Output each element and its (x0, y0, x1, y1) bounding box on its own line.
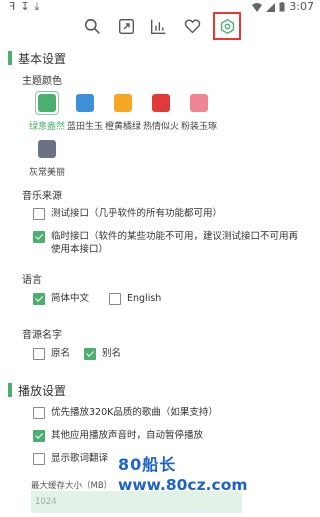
playback-option-320k[interactable]: 优先播放320K品质的歌曲（如果支持） (33, 406, 218, 419)
option-label: 别名 (102, 348, 122, 359)
section-title: 基本设置 (18, 51, 67, 66)
watermark: 80船长 www.80cz.com (118, 451, 318, 494)
swatch-frame (149, 91, 173, 115)
playback-option-auto-pause[interactable]: 其他应用播放声音时，自动暂停播放 (33, 429, 203, 442)
swatch-frame (73, 91, 97, 115)
checkbox[interactable] (33, 293, 45, 305)
playback-settings-header: 播放设置 (8, 382, 66, 398)
playback-option-lyrics-translation[interactable]: 显示歌词翻译 (33, 452, 108, 465)
swatch-frame (111, 91, 135, 115)
theme-swatch[interactable]: 灰常美丽 (24, 137, 70, 178)
download-icon: ↧ (20, 0, 30, 13)
source-option-test[interactable]: 测试接口（几乎软件的所有功能都可用） (33, 207, 222, 220)
color-swatch (190, 94, 208, 112)
theme-color-label: 主题颜色 (22, 76, 62, 87)
source-name-option-original[interactable]: 原名 (33, 347, 70, 360)
color-swatch (152, 94, 170, 112)
source-name-label: 音源名字 (22, 330, 62, 341)
source-option-temp[interactable]: 临时接口（软件的某些功能不可用，建议测试接口不可用再 使用本接口） (33, 230, 298, 256)
swatch-frame (35, 91, 59, 115)
color-swatch (38, 94, 56, 112)
music-source-label: 音乐来源 (22, 191, 62, 202)
color-swatch (76, 94, 94, 112)
share-button[interactable] (114, 14, 138, 38)
chart-button[interactable] (146, 14, 170, 38)
section-accent-bar (8, 51, 12, 65)
battery-icon (279, 2, 285, 12)
settings-icon (220, 18, 234, 34)
checkbox[interactable] (109, 293, 121, 305)
theme-label: 粉装玉琢 (180, 122, 217, 132)
language-label: 语言 (22, 275, 42, 286)
option-label: 临时接口（软件的某些功能不可用，建议测试接口不可用再 使用本接口） (51, 231, 299, 255)
status-bar: ꟻ ↧ ⤓ 3:07 (0, 0, 320, 14)
search-icon (84, 18, 100, 34)
checkbox[interactable] (33, 430, 45, 442)
section-title: 播放设置 (18, 383, 67, 398)
settings-button[interactable] (213, 12, 241, 40)
swatch-frame (35, 137, 59, 161)
signal-icon (266, 2, 276, 12)
cache-size-input[interactable] (31, 491, 242, 513)
theme-label: 灰常美丽 (28, 168, 65, 178)
option-label: 其他应用播放声音时，自动暂停播放 (51, 430, 204, 441)
wifi-icon (252, 2, 263, 12)
download-icon: ⤓ (34, 0, 40, 13)
option-label: 显示歌词翻译 (51, 453, 109, 464)
checkbox[interactable] (84, 348, 96, 360)
heart-icon (184, 18, 200, 33)
checkbox[interactable] (33, 453, 45, 465)
color-swatch (38, 140, 56, 158)
chart-icon (150, 19, 165, 34)
section-accent-bar (8, 383, 12, 397)
language-option-en[interactable]: English (109, 292, 161, 305)
share-icon (118, 18, 134, 34)
color-swatch (114, 94, 132, 112)
checkbox[interactable] (33, 231, 45, 243)
source-name-option-alias[interactable]: 别名 (84, 347, 121, 360)
option-label: 简体中文 (51, 293, 90, 304)
checkbox[interactable] (33, 407, 45, 419)
watermark-line1: 80船长 (118, 455, 177, 474)
option-label: 优先播放320K品质的歌曲（如果支持） (51, 407, 218, 418)
option-label: 测试接口（几乎软件的所有功能都可用） (51, 208, 223, 219)
swatch-frame (187, 91, 211, 115)
notification-icon: ꟻ (9, 0, 16, 13)
option-label: English (127, 293, 162, 304)
toolbar (0, 12, 320, 40)
search-button[interactable] (80, 14, 104, 38)
status-time: 3:07 (289, 0, 314, 13)
theme-swatch[interactable]: 粉装玉琢 (176, 91, 222, 132)
cache-size-label: 最大缓存大小（MB） (31, 481, 113, 491)
option-label: 原名 (51, 348, 71, 359)
checkbox[interactable] (33, 348, 45, 360)
checkbox[interactable] (33, 208, 45, 220)
favorite-button[interactable] (180, 14, 204, 38)
basic-settings-header: 基本设置 (8, 50, 66, 66)
language-option-zh[interactable]: 简体中文 (33, 292, 89, 305)
